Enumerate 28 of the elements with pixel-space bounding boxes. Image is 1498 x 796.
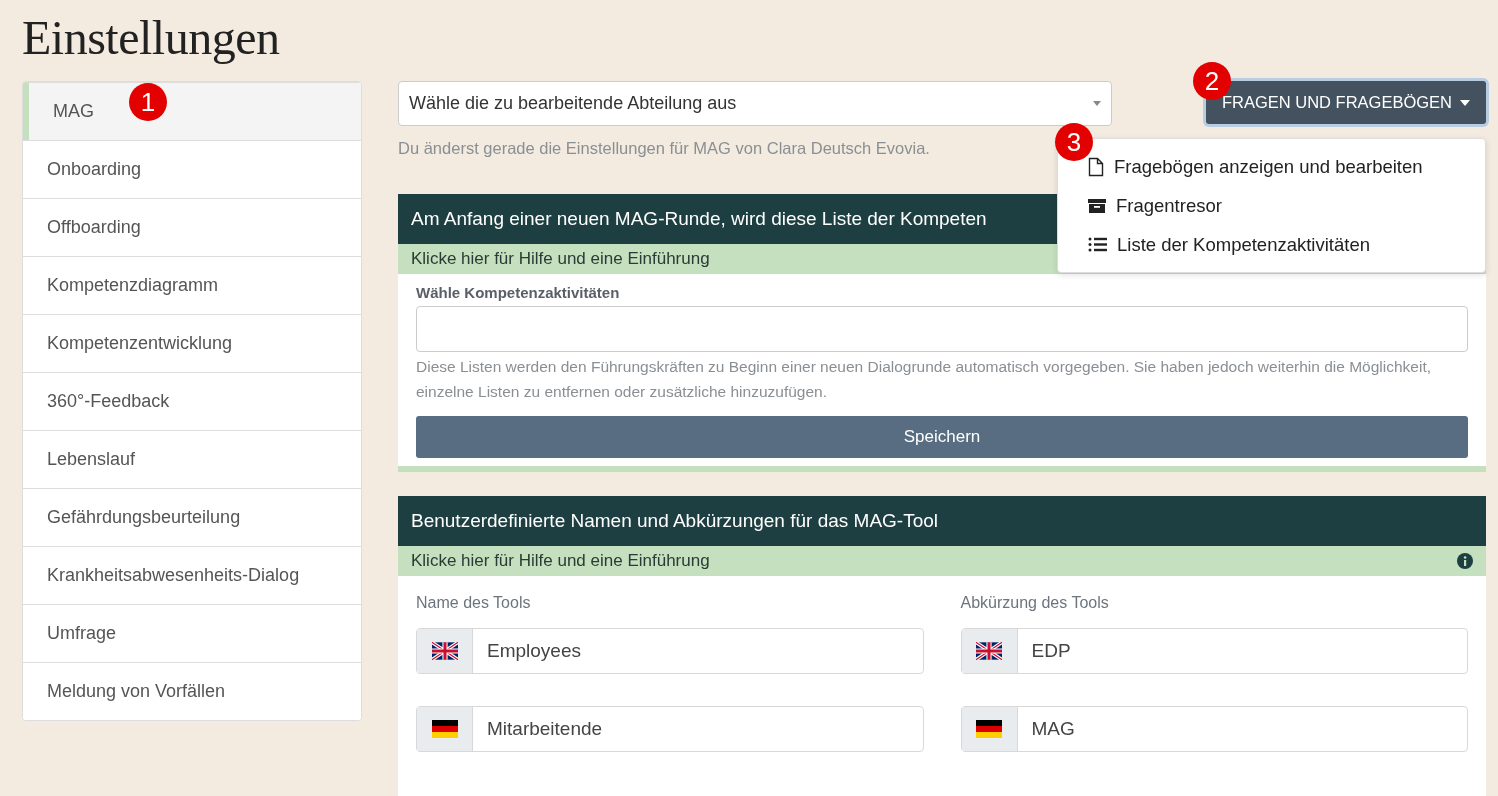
- caret-icon: [1460, 99, 1470, 106]
- hint-text: Du änderst gerade die Einstellungen für MAG von Clara Deutsch Evovia.: [398, 139, 930, 158]
- department-select[interactable]: Wähle die zu bearbeitende Abteilung aus: [398, 81, 1112, 126]
- document-icon: [1088, 156, 1104, 177]
- input-group[interactable]: EDP: [960, 628, 1468, 674]
- input-group[interactable]: Employees: [416, 628, 924, 674]
- field-hint: Diese Listen werden den Führungskräften zu Beginn einer neuen Dialogrunde automatisch vorgegeben. Sie haben jedoch weiterhin die Möglichkeit, einzelne Listen zu entfernen oder zusätzliche hinzuzufügen.: [416, 357, 1433, 402]
- input-value: MAG: [1030, 717, 1075, 741]
- german-flag-icon: [976, 720, 1002, 738]
- caret-icon: [1093, 101, 1101, 106]
- sidebar-item[interactable]: Meldung von Vorfällen: [23, 662, 361, 720]
- column-label: Name des Tools: [416, 594, 532, 613]
- uk-flag-icon: [431, 642, 458, 660]
- input-value: Employees: [486, 639, 581, 663]
- input-group[interactable]: Mitarbeitende: [416, 706, 924, 752]
- uk-flag-icon: [976, 642, 1002, 660]
- input-value: Mitarbeitende: [486, 717, 603, 741]
- save-button[interactable]: Speichern: [416, 416, 1468, 458]
- field-label: Wähle Kompetenzaktivitäten: [416, 284, 621, 303]
- german-flag-icon: [431, 720, 458, 738]
- column-label: Abkürzung des Tools: [960, 594, 1110, 613]
- info-icon[interactable]: [1457, 553, 1473, 569]
- input-value: EDP: [1030, 639, 1071, 663]
- archive-box-icon: [1088, 197, 1106, 214]
- input-field[interactable]: [416, 306, 1468, 352]
- input-group[interactable]: MAG: [960, 706, 1468, 752]
- numbered-list-icon: [1088, 236, 1107, 253]
- card-title: Benutzerdefinierte Namen und Abkürzungen für das MAG-Tool: [398, 496, 1486, 546]
